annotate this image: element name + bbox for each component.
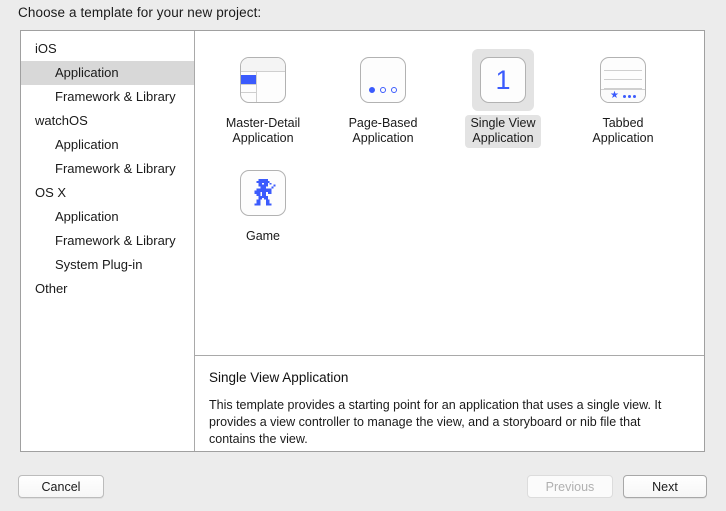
page-dot (380, 87, 386, 93)
cancel-button[interactable]: Cancel (18, 475, 104, 498)
page-title: Choose a template for your new project: (18, 5, 262, 20)
template-icon-wrap: 1 (472, 49, 534, 111)
template-icon-wrap: ★ (592, 49, 654, 111)
tabbed-content-line (604, 79, 642, 80)
template-item-label: Master-Detail Application (225, 116, 301, 145)
template-icon-wrap (352, 49, 414, 111)
template-item-game[interactable]: Game (203, 162, 323, 246)
template-item-label: Game (245, 229, 281, 243)
master-detail-icon (240, 57, 286, 103)
master-detail-row (241, 84, 256, 85)
master-detail-header-bar (241, 58, 285, 72)
sidebar-item-label: Application (55, 137, 119, 152)
sidebar-item-osx-framework-library[interactable]: Framework & Library (21, 229, 194, 253)
tabbed-content-line (604, 70, 642, 71)
tab-dot (622, 94, 626, 98)
template-icon-wrap (232, 49, 294, 111)
sidebar-item-label: Framework & Library (55, 233, 176, 248)
sidebar-item-osx-system-plug-in[interactable]: System Plug-in (21, 253, 194, 277)
template-item-tabbed[interactable]: ★ Tabbed Application (563, 49, 683, 148)
sidebar-item-osx-application[interactable]: Application (21, 205, 194, 229)
template-grid-area: Master-Detail Application Page-Based App… (195, 31, 704, 356)
page-dot (391, 87, 397, 93)
sidebar-item-label: watchOS (35, 113, 88, 128)
page-dot-active (369, 87, 375, 93)
star-icon: ★ (610, 90, 619, 101)
game-icon (240, 170, 286, 216)
category-sidebar[interactable]: iOS Application Framework & Library watc… (21, 31, 195, 451)
dialog-footer: Cancel Previous Next (0, 462, 726, 511)
sidebar-item-label: OS X (35, 185, 67, 200)
template-item-master-detail[interactable]: Master-Detail Application (203, 49, 323, 148)
template-item-label: Tabbed Application (592, 116, 654, 145)
previous-button: Previous (527, 475, 613, 498)
sidebar-item-watchos[interactable]: watchOS (21, 109, 194, 133)
sidebar-item-label: Other (35, 281, 68, 296)
description-body: This template provides a starting point … (209, 398, 662, 446)
sidebar-item-label: System Plug-in (55, 257, 143, 272)
sidebar-item-watchos-framework-library[interactable]: Framework & Library (21, 157, 194, 181)
sidebar-item-label: Framework & Library (55, 89, 176, 104)
template-content: Master-Detail Application Page-Based App… (195, 31, 704, 451)
master-detail-selected-row (241, 75, 256, 84)
tabbed-icon: ★ (600, 57, 646, 103)
next-button[interactable]: Next (623, 475, 707, 498)
template-description-panel: Single View Application This template pr… (195, 356, 704, 451)
single-view-number: 1 (495, 64, 511, 95)
tab-bar-dots (622, 94, 636, 98)
page-control-dots (361, 87, 405, 93)
template-grid: Master-Detail Application Page-Based App… (195, 49, 704, 260)
template-item-page-based[interactable]: Page-Based Application (323, 49, 443, 148)
sidebar-item-label: iOS (35, 41, 57, 56)
sidebar-item-other[interactable]: Other (21, 277, 194, 301)
tab-dot (632, 94, 636, 98)
sidebar-item-label: Application (55, 65, 119, 80)
sidebar-item-ios[interactable]: iOS (21, 37, 194, 61)
tab-dot (627, 94, 631, 98)
page-based-icon (360, 57, 406, 103)
sidebar-item-osx[interactable]: OS X (21, 181, 194, 205)
sidebar-item-label: Application (55, 209, 119, 224)
sidebar-item-label: Framework & Library (55, 161, 176, 176)
template-chooser-panel: iOS Application Framework & Library watc… (20, 30, 705, 452)
description-title: Single View Application (209, 370, 349, 385)
master-detail-row (241, 92, 256, 93)
template-item-single-view[interactable]: 1 Single View Application (443, 49, 563, 148)
sidebar-item-ios-application[interactable]: Application (21, 61, 194, 85)
sidebar-item-ios-framework-library[interactable]: Framework & Library (21, 85, 194, 109)
game-sprite-icon (254, 179, 276, 206)
template-icon-wrap (232, 162, 294, 224)
template-item-label: Page-Based Application (348, 116, 418, 145)
tab-bar: ★ (601, 89, 645, 102)
single-view-icon: 1 (480, 57, 526, 103)
sidebar-item-watchos-application[interactable]: Application (21, 133, 194, 157)
master-detail-divider (256, 71, 257, 102)
template-item-label: Single View Application (465, 115, 541, 148)
